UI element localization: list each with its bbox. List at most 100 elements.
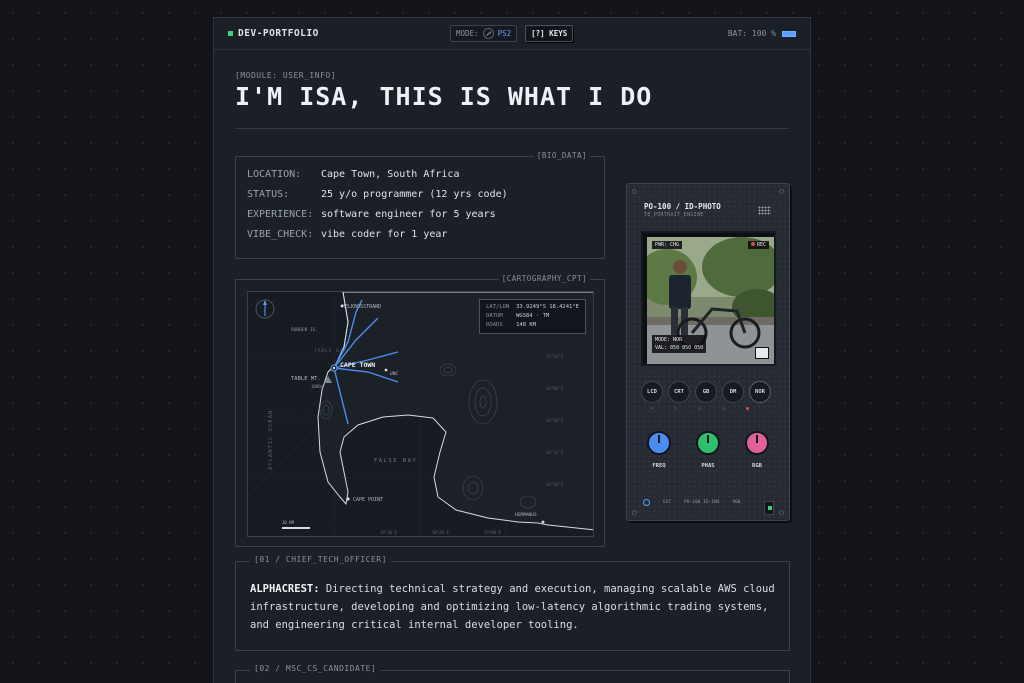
screw-icon	[779, 189, 784, 194]
knob-rgb: RGB	[745, 431, 769, 469]
info-key: DATUM	[486, 313, 503, 319]
mode-toggle[interactable]: MODE: PS2	[450, 25, 518, 42]
toggle-icon	[482, 28, 494, 39]
label-table-mt-alt: 1086m	[311, 384, 324, 389]
experience-description: ALPHACREST: Directing technical strategy…	[250, 580, 780, 634]
lon-tick: 18°48'E	[432, 530, 449, 535]
keys-button[interactable]: [?] KEYS	[525, 25, 574, 42]
knob-freq: FREQ	[647, 431, 671, 469]
label-cape-point: CAPE POINT	[353, 497, 384, 503]
device-subtitle: TE_PORTRAIT_ENGINE	[644, 212, 704, 218]
mode-label: MODE:	[456, 29, 479, 38]
mode-button-nor[interactable]: NOR	[749, 381, 771, 403]
bio-key: LOCATION:	[247, 169, 302, 180]
mode-button-lcd[interactable]: LCD	[641, 381, 663, 403]
photo-screen: PWR: CHG REC MODE: NOR VAL: 050 050 050	[641, 231, 776, 366]
knob-label: PHAS	[701, 463, 715, 469]
id-photo-device: PO-100 / ID-PHOTO TE_PORTRAIT_ENGINE PWR…	[626, 183, 790, 521]
phas-knob[interactable]	[696, 431, 720, 455]
label-table-mt: TABLE MT.	[291, 376, 321, 382]
label-cape-town: CAPE TOWN	[340, 361, 376, 369]
screen-readout: MODE: NOR VAL: 050 050 050	[652, 335, 707, 353]
bio-row-location: LOCATION: Cape Town, South Africa	[247, 169, 459, 180]
freq-knob[interactable]	[647, 431, 671, 455]
battery-indicator: BAT: 100 %	[728, 29, 796, 38]
device-title: PO-100 / ID-PHOTO	[644, 202, 721, 211]
brand[interactable]: DEV-PORTFOLIO	[228, 28, 319, 39]
map-panel: [CARTOGRAPHY_CPT] MELKBOSSTRAND ROBBEN I…	[235, 274, 605, 547]
device-footer: EXT PO-100 ID-INU 900	[643, 499, 741, 506]
info-value: 148 KM	[516, 322, 536, 328]
map-info-box: LAT/LON 33.9249°S 18.4241°E DATUM WGS84 · …	[479, 299, 586, 334]
info-key: ROADS	[486, 322, 503, 328]
battery-label: BAT: 100 %	[727, 29, 776, 38]
header-controls: MODE: PS2 [?] KEYS	[450, 25, 574, 42]
experience-text: Directing technical strategy and executi…	[250, 583, 775, 631]
bio-row-status: STATUS: 25 y/o programmer (12 yrs code)	[247, 189, 508, 200]
page-title: I'M ISA, THIS IS WHAT I DO	[235, 82, 653, 111]
label-scale: 10 KM	[282, 520, 295, 525]
bio-value: 25 y/o programmer (12 yrs code)	[321, 189, 508, 200]
label-atlantic: ATLANTIC OCEAN	[268, 409, 274, 470]
knob-label: RGB	[752, 463, 762, 469]
rgb-knob[interactable]	[745, 431, 769, 455]
info-key: LAT/LON	[486, 304, 510, 310]
lon-tick: 19°00'E	[484, 530, 501, 535]
rec-indicator: REC	[747, 241, 769, 249]
info-value: 33.9249°S 18.4241°E	[516, 304, 579, 310]
mode-button-gb[interactable]: GB	[695, 381, 717, 403]
bio-panel: [BIO_DATA] LOCATION: Cape Town, South Af…	[235, 151, 605, 259]
map-canvas[interactable]: MELKBOSSTRAND ROBBEN IS. TABLE BAY CAPE …	[247, 291, 594, 537]
histogram-icon	[755, 347, 769, 359]
experience-card: [02 / MSC_CS_CANDIDATE]	[235, 664, 790, 683]
portfolio-window: DEV-PORTFOLIO MODE: PS2 [?] KEYS BAT: 10…	[213, 17, 811, 683]
power-switch[interactable]	[764, 501, 774, 515]
footer-right: 900	[732, 500, 741, 505]
bio-row-vibe-check: VIBE_CHECK: vibe coder for 1 year	[247, 229, 447, 240]
label-robben: ROBBEN IS.	[291, 328, 319, 333]
led-active-icon	[746, 407, 749, 410]
rec-label: REC	[756, 242, 766, 248]
footer-left: EXT	[663, 500, 672, 505]
lat-tick: 34°12'S	[546, 450, 563, 455]
label-unc: UNC	[390, 372, 399, 377]
bio-key: EXPERIENCE:	[247, 209, 314, 220]
label-melkbos: MELKBOSSTRAND	[342, 304, 382, 310]
led-icon	[650, 407, 653, 410]
battery-icon	[782, 30, 796, 37]
bio-value: vibe coder for 1 year	[321, 229, 448, 240]
knob-phas: PHAS	[696, 431, 720, 469]
lat-tick: 34°18'S	[546, 418, 563, 423]
lat-tick: 34°24'S	[546, 482, 563, 487]
footer-mid: PO-100 ID-INU	[684, 500, 720, 505]
experience-tag: [01 / CHIEF_TECH_OFFICER]	[250, 555, 391, 564]
divider	[235, 128, 789, 129]
mode-value: PS2	[497, 29, 512, 38]
bio-tag: [BIO_DATA]	[533, 151, 590, 160]
mode-button-crt[interactable]: CRT	[668, 381, 690, 403]
screw-icon	[632, 189, 637, 194]
experience-tag: [02 / MSC_CS_CANDIDATE]	[250, 664, 381, 673]
lat-tick: 34°06'S	[546, 386, 563, 391]
bio-value: Cape Town, South Africa	[321, 169, 460, 180]
bio-key: VIBE_CHECK:	[247, 229, 314, 240]
ext-ring-icon[interactable]	[643, 499, 650, 506]
brand-label: DEV-PORTFOLIO	[238, 28, 319, 39]
top-bar: DEV-PORTFOLIO MODE: PS2 [?] KEYS BAT: 10…	[214, 18, 810, 50]
experience-card: [01 / CHIEF_TECH_OFFICER] ALPHACREST: Di…	[235, 555, 790, 651]
mode-button-row: LCD CRT GB DM NOR	[641, 381, 771, 403]
led-icon	[722, 407, 725, 410]
portrait-photo: PWR: CHG REC MODE: NOR VAL: 050 050 050	[647, 237, 774, 364]
lat-tick: 33°54'S	[546, 354, 563, 359]
mode-button-dm[interactable]: DM	[722, 381, 744, 403]
val-readout: VAL: 050 050 050	[655, 345, 704, 351]
mode-leds	[650, 407, 749, 410]
screw-icon	[779, 510, 784, 515]
company-name: ALPHACREST:	[250, 583, 320, 595]
bio-value: software engineer for 5 years	[321, 209, 496, 220]
rec-dot-icon	[750, 242, 755, 246]
label-hermanus: HERMANUS	[515, 513, 537, 518]
led-icon	[698, 407, 701, 410]
knob-row: FREQ PHAS RGB	[647, 431, 769, 469]
led-icon	[674, 407, 677, 410]
